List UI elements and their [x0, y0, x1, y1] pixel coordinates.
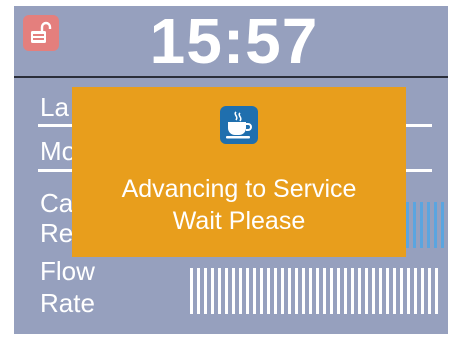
bar-segment: [330, 268, 333, 314]
bar-segment: [253, 268, 256, 314]
row-label-4a: Flow: [40, 256, 95, 286]
bar-segment: [260, 268, 263, 314]
bar-segment: [211, 268, 214, 314]
flow-rate-bar: [190, 268, 438, 314]
bar-segment: [435, 268, 438, 314]
bar-segment: [316, 268, 319, 314]
bar-segment: [428, 268, 431, 314]
row-label-4b: Rate: [40, 288, 95, 318]
bar-segment: [323, 268, 326, 314]
bar-segment: [302, 268, 305, 314]
bar-segment: [434, 202, 437, 248]
bar-segment: [309, 268, 312, 314]
bar-segment: [295, 268, 298, 314]
device-screen: 15:57 La Mo Ca Re Flow Rate Advancing to…: [14, 6, 448, 334]
bar-segment: [406, 202, 409, 248]
dialog-message: Advancing to Service Wait Please: [72, 173, 406, 237]
bar-segment: [365, 268, 368, 314]
bar-segment: [274, 268, 277, 314]
bar-segment: [246, 268, 249, 314]
unlocked-padlock-icon: [31, 21, 52, 43]
bar-segment: [414, 268, 417, 314]
bar-segment: [386, 268, 389, 314]
bar-segment: [379, 268, 382, 314]
clock-time: 15:57: [149, 6, 319, 77]
bar-segment: [218, 268, 221, 314]
bar-segment: [421, 268, 424, 314]
bar-segment: [358, 268, 361, 314]
bar-segment: [407, 268, 410, 314]
bar-segment: [372, 268, 375, 314]
bar-segment: [281, 268, 284, 314]
bar-segment: [393, 268, 396, 314]
bar-segment: [225, 268, 228, 314]
level-bar-blue: [406, 202, 444, 248]
bar-segment: [204, 268, 207, 314]
bar-segment: [351, 268, 354, 314]
bar-segment: [441, 202, 444, 248]
service-dialog: Advancing to Service Wait Please: [72, 87, 406, 257]
dialog-line-2: Wait Please: [172, 207, 306, 235]
bar-segment: [427, 202, 430, 248]
row-label-3b: Re: [40, 218, 74, 248]
bar-segment: [232, 268, 235, 314]
row-label-2: Mo: [40, 136, 77, 166]
bar-segment: [190, 268, 193, 314]
coffee-cup-icon: [226, 111, 252, 139]
row-label-1: La: [40, 92, 69, 122]
dialog-line-1: Advancing to Service: [121, 175, 357, 203]
bar-segment: [267, 268, 270, 314]
bar-segment: [337, 268, 340, 314]
dialog-icon-tile: [220, 106, 258, 144]
bar-segment: [197, 268, 200, 314]
status-bar: 15:57: [14, 6, 448, 78]
bar-segment: [413, 202, 416, 248]
bar-segment: [288, 268, 291, 314]
bar-segment: [400, 268, 403, 314]
bar-segment: [239, 268, 242, 314]
lock-button[interactable]: [23, 15, 59, 51]
bar-segment: [420, 202, 423, 248]
row-label-3a: Ca: [40, 188, 74, 218]
bar-segment: [344, 268, 347, 314]
